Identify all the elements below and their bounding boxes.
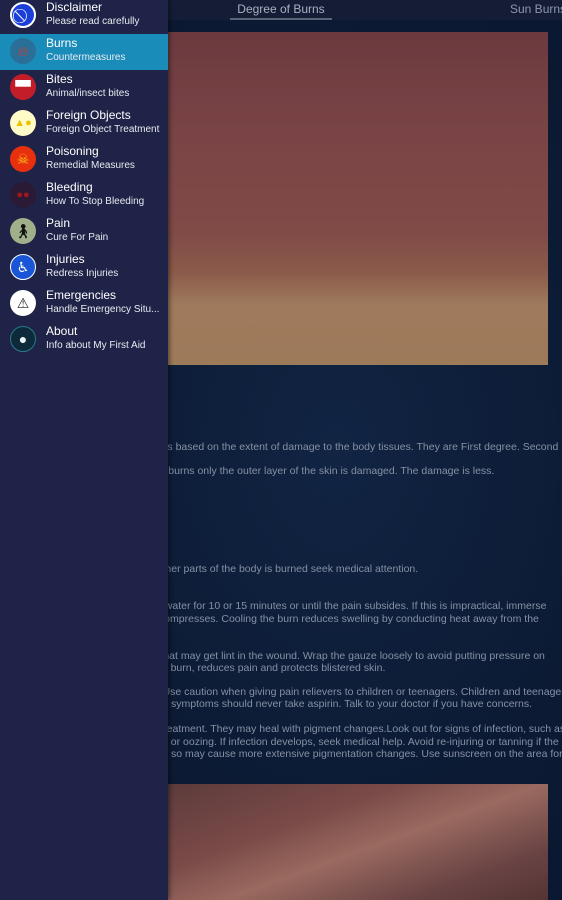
- nav-item-bleeding[interactable]: ●● Bleeding How To Stop Bleeding: [0, 178, 168, 214]
- nav-item-title: Pain: [46, 216, 71, 230]
- text-line: er, Use caution when giving pain relieve…: [148, 686, 562, 698]
- tab-degree-of-burns[interactable]: Degree of Burns: [230, 2, 332, 20]
- nav-item-title: Poisoning: [46, 144, 99, 158]
- text-line: so may cause more extensive pigmentation…: [171, 748, 562, 760]
- nav-item-subtitle: Please read carefully: [46, 16, 140, 27]
- nav-item-subtitle: Animal/insect bites: [46, 88, 130, 99]
- nav-item-subtitle: Redress Injuries: [46, 268, 119, 279]
- teeth-icon: ▀▀: [10, 74, 36, 100]
- navigation-drawer: ⃠ Disclaimer Please read carefully 🔥︎ Bu…: [0, 0, 168, 900]
- nav-item-title: Injuries: [46, 252, 85, 266]
- text-line: pe of burns only the outer layer of the …: [142, 465, 495, 477]
- nav-item-about[interactable]: ● About Info about My First Aid: [0, 322, 168, 358]
- nav-item-title: Emergencies: [46, 288, 117, 302]
- nav-item-subtitle: Countermeasures: [46, 52, 126, 63]
- text-line: et/other parts of the body is burned see…: [145, 563, 419, 575]
- nav-item-pain[interactable]: 🚶︎ Pain Cure For Pain: [0, 214, 168, 250]
- nav-item-title: Foreign Objects: [46, 108, 131, 122]
- text-line: symptoms should never take aspirin. Talk…: [171, 698, 533, 710]
- nav-item-disclaimer[interactable]: ⃠ Disclaimer Please read carefully: [0, 0, 168, 34]
- nav-item-burns[interactable]: 🔥︎ Burns Countermeasures: [0, 34, 168, 70]
- blood-drops-icon: ●●: [10, 182, 36, 208]
- nav-item-subtitle: Remedial Measures: [46, 160, 135, 171]
- nav-item-title: Disclaimer: [46, 0, 103, 14]
- text-line: old compresses. Cooling the burn reduces…: [142, 613, 539, 625]
- text-line: ial that may get lint in the wound. Wrap…: [147, 650, 545, 662]
- text-line: he burn, reduces pain and protects blist…: [156, 662, 386, 674]
- text-line: er treatment. They may heal with pigment…: [148, 723, 562, 735]
- burn-photo: [150, 32, 548, 365]
- shapes-icon: ▲●: [10, 110, 36, 136]
- skull-icon: ☠: [10, 146, 36, 172]
- text-line: ning water for 10 or 15 minutes or until…: [142, 600, 547, 612]
- warning-icon: ⚠︎: [10, 290, 36, 316]
- nav-item-title: About: [46, 324, 78, 338]
- nav-item-poisoning[interactable]: ☠ Poisoning Remedial Measures: [0, 142, 168, 178]
- lightbulb-icon: ●: [10, 326, 36, 352]
- burn-photo-2: [150, 784, 548, 900]
- nav-item-subtitle: Foreign Object Treatment: [46, 124, 160, 135]
- wheelchair-icon: ♿︎: [10, 254, 36, 280]
- nav-item-injuries[interactable]: ♿︎ Injuries Redress Injuries: [0, 250, 168, 286]
- text-line: r burns based on the extent of damage to…: [140, 441, 559, 453]
- nav-item-title: Bleeding: [46, 180, 93, 194]
- no-entry-icon: ⃠: [10, 2, 36, 28]
- text-line: g or oozing. If infection develops, seek…: [162, 736, 559, 748]
- nav-item-foreign-objects[interactable]: ▲● Foreign Objects Foreign Object Treatm…: [0, 106, 168, 142]
- tab-sun-burns[interactable]: Sun Burns: [510, 2, 562, 16]
- nav-item-subtitle: Cure For Pain: [46, 232, 109, 243]
- nav-item-title: Bites: [46, 72, 73, 86]
- nav-item-title: Burns: [46, 36, 78, 50]
- nav-item-emergencies[interactable]: ⚠︎ Emergencies Handle Emergency Situ...: [0, 286, 168, 322]
- nav-item-bites[interactable]: ▀▀ Bites Animal/insect bites: [0, 70, 168, 106]
- nav-item-subtitle: Info about My First Aid: [46, 340, 146, 351]
- pain-figure-icon: 🚶︎: [10, 218, 36, 244]
- flame-icon: 🔥︎: [10, 38, 36, 64]
- nav-item-subtitle: How To Stop Bleeding: [46, 196, 145, 207]
- nav-item-subtitle: Handle Emergency Situ...: [46, 304, 160, 315]
